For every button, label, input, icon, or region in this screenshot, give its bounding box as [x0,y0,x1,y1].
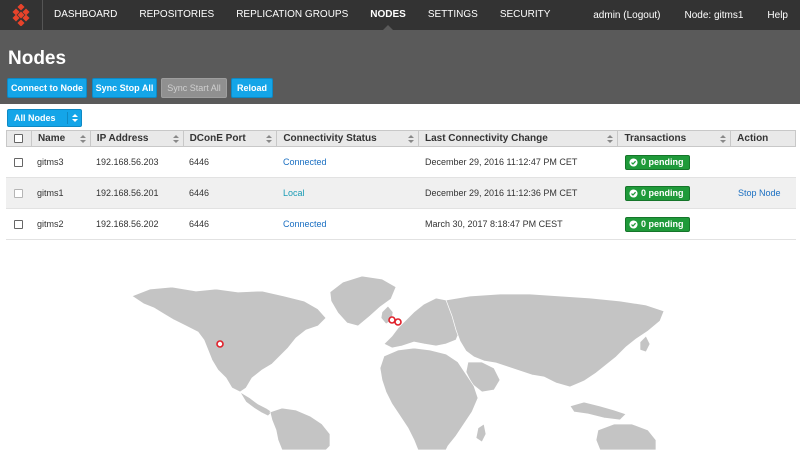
column-header-status[interactable]: Connectivity Status [277,131,419,146]
status-badge: 0 pending [625,154,690,170]
node-ip: 192.168.56.202 [96,219,159,229]
africa-region [379,347,479,450]
row-select-cell [6,157,31,167]
table-header: Name IP Address DConE Port Connectivity … [6,130,796,147]
page-header: Nodes Connect to Node Sync Stop All Sync… [0,30,800,104]
row-select-cell [6,219,31,229]
node-port: 6446 [189,219,210,229]
connectivity-status[interactable]: Connected [277,219,419,229]
check-circle-icon [629,219,638,229]
column-header-name-label: Name [37,133,66,144]
row-checkbox[interactable] [14,157,23,167]
column-header-action-label: Action [737,133,769,144]
world-map[interactable] [0,250,800,450]
sort-icon [79,135,86,143]
nodes-table: Name IP Address DConE Port Connectivity … [6,130,796,240]
nav-dashboard[interactable]: DASHBOARD [43,0,128,30]
location-marker-icon[interactable] [388,316,396,324]
node-ip: 192.168.56.201 [96,188,159,198]
column-header-transactions-label: Transactions [624,133,687,144]
column-header-ip-label: IP Address [96,133,149,144]
connectivity-status[interactable]: Local [277,188,419,198]
southeast-asia-region [569,401,627,421]
column-header-ip[interactable]: IP Address [91,131,184,146]
last-connectivity-change: December 29, 2016 11:12:36 PM CET [425,188,578,198]
logout-link[interactable]: admin (Logout) [581,10,672,21]
updown-arrow-icon [72,114,78,122]
stop-node-link[interactable]: Stop Node [732,188,796,198]
status-badge-label: 0 pending [641,188,684,198]
column-header-last-change[interactable]: Last Connectivity Change [419,131,619,146]
table-row[interactable]: gitms1 192.168.56.201 6446 Local Decembe… [6,178,796,209]
sync-stop-all-button[interactable]: Sync Stop All [92,78,157,98]
column-header-port-label: DConE Port [189,133,246,144]
node-name: gitms1 [37,188,64,198]
nav-security[interactable]: SECURITY [489,0,562,30]
connect-to-node-button[interactable]: Connect to Node [7,78,87,98]
node-filter-value: All Nodes [14,113,56,123]
nav-settings[interactable]: SETTINGS [417,0,489,30]
column-header-last-change-label: Last Connectivity Change [424,133,548,144]
node-name: gitms2 [37,219,64,229]
help-link[interactable]: Help [755,10,800,21]
check-circle-icon [629,157,638,167]
column-header-status-label: Connectivity Status [283,133,377,144]
check-circle-icon [629,188,638,198]
top-navigation: DASHBOARD REPOSITORIES REPLICATION GROUP… [0,0,800,30]
page-title: Nodes [8,48,67,69]
transactions-cell: 0 pending [619,185,732,201]
node-port: 6446 [189,188,210,198]
south-america-region [269,407,331,450]
current-node-label: Node: gitms1 [684,9,744,21]
japan-region [639,335,651,353]
nav-repositories[interactable]: REPOSITORIES [128,0,225,30]
node-port: 6446 [189,157,210,167]
nav-right-group: admin (Logout) Node: gitms1 Help [581,10,800,21]
table-row[interactable]: gitms3 192.168.56.203 6446 Connected Dec… [6,147,796,178]
status-badge-label: 0 pending [641,157,684,167]
row-checkbox[interactable] [14,188,23,198]
nav-replication-groups[interactable]: REPLICATION GROUPS [225,0,359,30]
table-row[interactable]: gitms2 192.168.56.202 6446 Connected Mar… [6,209,796,240]
sort-icon [407,135,414,143]
row-checkbox[interactable] [14,219,23,229]
madagascar-region [475,423,487,443]
status-badge: 0 pending [625,216,690,232]
sort-icon [266,135,273,143]
column-header-name[interactable]: Name [32,131,91,146]
column-header-transactions[interactable]: Transactions [618,131,732,146]
central-america-region [239,391,273,417]
node-filter-select[interactable]: All Nodes [7,109,82,127]
node-ip: 192.168.56.203 [96,157,159,167]
sync-start-all-button[interactable]: Sync Start All [161,78,227,98]
node-name: gitms3 [37,157,64,167]
nav-nodes[interactable]: NODES [359,0,417,30]
sort-icon [607,135,614,143]
last-connectivity-change: December 29, 2016 11:12:47 PM CET [425,157,578,167]
location-marker-icon[interactable] [216,340,224,348]
logo-icon[interactable] [0,0,43,30]
row-select-cell [6,188,31,198]
transactions-cell: 0 pending [619,216,732,232]
select-all-cell [7,131,32,146]
sort-icon [172,135,179,143]
north-america-region [131,286,327,393]
dropdown-separator [67,112,68,124]
connectivity-status[interactable]: Connected [277,157,419,167]
column-header-action: Action [731,131,795,146]
status-badge-label: 0 pending [641,219,684,229]
location-marker-icon[interactable] [394,318,402,326]
column-header-port[interactable]: DConE Port [184,131,278,146]
transactions-cell: 0 pending [619,154,732,170]
last-connectivity-change: March 30, 2017 8:18:47 PM CEST [425,219,563,229]
reload-button[interactable]: Reload [231,78,273,98]
australia-region [595,423,657,450]
select-all-checkbox[interactable] [14,134,24,143]
map-land [131,275,665,450]
sort-icon [720,135,727,143]
status-badge: 0 pending [625,185,690,201]
